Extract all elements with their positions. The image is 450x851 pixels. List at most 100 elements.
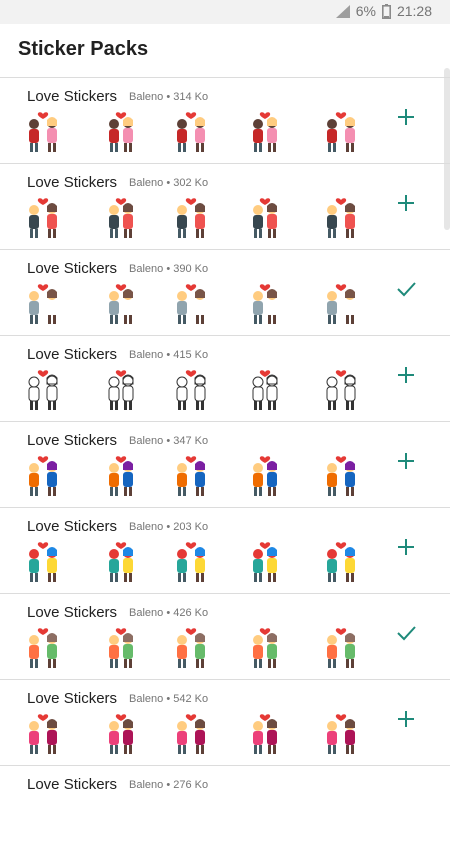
add-icon	[398, 367, 414, 383]
sticker-couple-icon	[109, 542, 133, 582]
sticker-pack-row[interactable]: Love Stickers Baleno • 314 Ko	[0, 77, 450, 163]
sticker-couple-icon	[29, 198, 57, 238]
separator-dot: •	[163, 607, 174, 619]
separator-dot: •	[163, 91, 174, 103]
sticker-couple-icon	[253, 284, 277, 324]
add-icon	[398, 109, 414, 125]
add-pack-button[interactable]	[392, 533, 420, 561]
add-icon	[398, 539, 414, 555]
pack-size: 426 Ko	[173, 607, 209, 619]
sticker-couple-icon	[327, 542, 355, 582]
add-icon	[398, 711, 414, 727]
sticker-couple-icon	[29, 542, 57, 582]
add-pack-button[interactable]	[392, 189, 420, 217]
pack-author: Baleno	[129, 91, 164, 103]
sticker-preview-strip	[20, 710, 380, 760]
pack-meta: Baleno • 276 Ko	[129, 779, 208, 791]
pack-added-indicator[interactable]	[392, 275, 420, 303]
sticker-couple-icon	[326, 370, 356, 410]
separator-dot: •	[163, 435, 174, 447]
pack-meta: Baleno • 314 Ko	[129, 91, 208, 103]
status-bar: 6% 21:28	[0, 0, 450, 24]
sticker-couple-icon	[109, 112, 133, 152]
sticker-couple-icon	[109, 628, 133, 668]
separator-dot: •	[163, 779, 174, 791]
add-icon	[398, 453, 414, 469]
sticker-couple-icon	[327, 456, 355, 496]
separator-dot: •	[163, 177, 174, 189]
sticker-pack-row[interactable]: Love Stickers Baleno • 426 Ko	[0, 593, 450, 679]
pack-author: Baleno	[129, 693, 164, 705]
sticker-couple-icon	[177, 456, 205, 496]
sticker-couple-icon	[177, 542, 205, 582]
sticker-pack-list: Love Stickers Baleno • 314 Ko Love Sticker…	[0, 77, 450, 851]
sticker-pack-row[interactable]: Love Stickers Baleno • 276 Ko	[0, 765, 450, 851]
pack-author: Baleno	[129, 263, 164, 275]
sticker-couple-icon	[109, 714, 133, 754]
pack-author: Baleno	[129, 349, 164, 361]
pack-name: Love Stickers	[27, 260, 118, 277]
sticker-couple-icon	[253, 714, 277, 754]
add-pack-button[interactable]	[392, 447, 420, 475]
sticker-couple-icon	[327, 714, 355, 754]
sticker-pack-row[interactable]: Love Stickers Baleno • 542 Ko	[0, 679, 450, 765]
sticker-couple-icon	[327, 112, 355, 152]
sticker-couple-icon	[29, 456, 57, 496]
page-title: Sticker Packs	[18, 38, 149, 60]
pack-size: 347 Ko	[173, 435, 209, 447]
sticker-pack-row[interactable]: Love Stickers Baleno • 203 Ko	[0, 507, 450, 593]
pack-name: Love Stickers	[27, 88, 118, 105]
sticker-preview-strip	[20, 194, 380, 244]
separator-dot: •	[163, 349, 174, 361]
sticker-couple-icon	[253, 456, 277, 496]
sticker-couple-icon	[29, 628, 57, 668]
sticker-pack-row[interactable]: Love Stickers Baleno • 302 Ko	[0, 163, 450, 249]
sticker-couple-icon	[253, 628, 277, 668]
pack-size: 314 Ko	[173, 91, 209, 103]
app-bar: Sticker Packs	[0, 24, 450, 76]
sticker-couple-icon	[177, 628, 205, 668]
separator-dot: •	[163, 263, 174, 275]
pack-author: Baleno	[129, 177, 164, 189]
pack-added-indicator[interactable]	[392, 619, 420, 647]
sticker-couple-icon	[327, 628, 355, 668]
signal-icon	[335, 4, 350, 18]
pack-size: 203 Ko	[173, 521, 209, 533]
pack-size: 302 Ko	[173, 177, 209, 189]
sticker-preview-strip	[20, 280, 380, 330]
sticker-couple-icon	[252, 370, 278, 410]
battery-icon	[381, 3, 391, 19]
pack-name: Love Stickers	[27, 346, 118, 363]
pack-meta: Baleno • 203 Ko	[129, 521, 208, 533]
sticker-couple-icon	[28, 370, 58, 410]
pack-meta: Baleno • 415 Ko	[129, 349, 208, 361]
pack-name: Love Stickers	[27, 604, 118, 621]
pack-size: 276 Ko	[173, 779, 209, 791]
separator-dot: •	[163, 521, 174, 533]
pack-author: Baleno	[129, 521, 164, 533]
sticker-pack-row[interactable]: Love Stickers Baleno • 390 Ko	[0, 249, 450, 335]
pack-size: 390 Ko	[173, 263, 209, 275]
pack-author: Baleno	[129, 779, 164, 791]
battery-percent: 6%	[355, 3, 376, 19]
pack-name: Love Stickers	[27, 518, 118, 535]
add-pack-button[interactable]	[392, 361, 420, 389]
pack-name: Love Stickers	[27, 690, 118, 707]
separator-dot: •	[163, 693, 174, 705]
check-icon	[397, 282, 416, 297]
add-pack-button[interactable]	[392, 103, 420, 131]
add-icon	[398, 195, 414, 211]
clock: 21:28	[396, 3, 432, 19]
sticker-couple-icon	[109, 284, 133, 324]
pack-meta: Baleno • 426 Ko	[129, 607, 208, 619]
sticker-couple-icon	[108, 370, 134, 410]
sticker-couple-icon	[327, 284, 355, 324]
pack-meta: Baleno • 390 Ko	[129, 263, 208, 275]
sticker-pack-row[interactable]: Love Stickers Baleno • 415 Ko	[0, 335, 450, 421]
sticker-pack-row[interactable]: Love Stickers Baleno • 347 Ko	[0, 421, 450, 507]
pack-meta: Baleno • 302 Ko	[129, 177, 208, 189]
add-pack-button[interactable]	[392, 705, 420, 733]
pack-author: Baleno	[129, 435, 164, 447]
sticker-couple-icon	[109, 198, 133, 238]
sticker-preview-strip	[20, 538, 380, 588]
